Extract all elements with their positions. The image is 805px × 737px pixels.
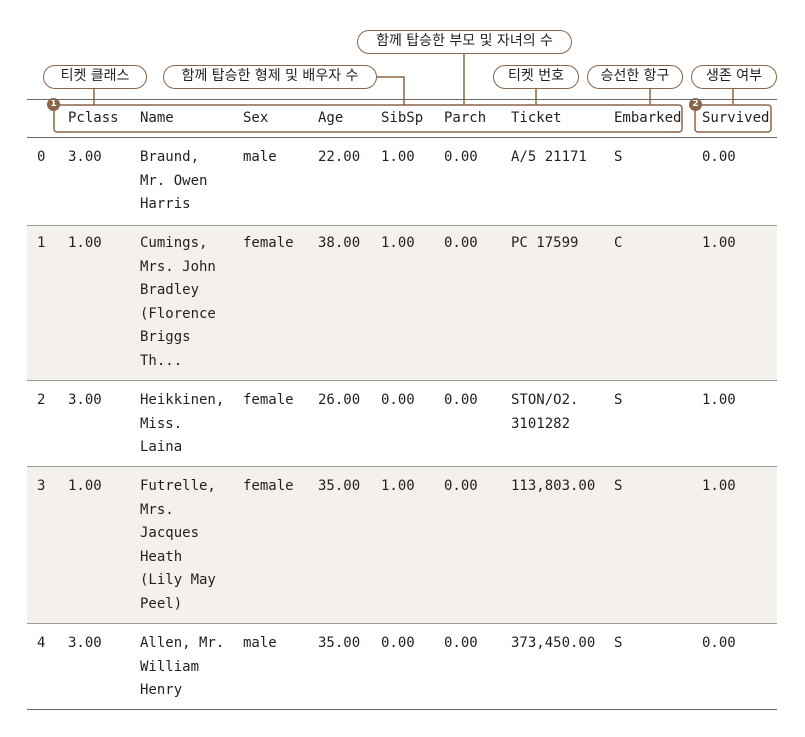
cell-name: Futrelle, Mrs. Jacques Heath (Lily May P… [140, 478, 216, 612]
cell-embarked: S [614, 392, 623, 408]
cell-ticket: A/5 21171 [511, 149, 587, 165]
cell-pclass: 3.00 [68, 149, 102, 165]
cell-survived: 0.00 [702, 149, 736, 165]
cell-age: 35.00 [318, 635, 361, 651]
table-top-rule [27, 99, 777, 100]
cell-embarked: C [614, 235, 623, 251]
cell-index: 0 [37, 149, 46, 165]
cell-age: 35.00 [318, 478, 361, 494]
callout-ticket: 티켓 번호 [493, 65, 579, 89]
cell-pclass: 1.00 [68, 478, 102, 494]
cell-ticket: PC 17599 [511, 235, 579, 251]
cell-pclass: 1.00 [68, 235, 102, 251]
cell-name: Cumings, Mrs. John Bradley (Florence Bri… [140, 235, 216, 369]
cell-pclass: 3.00 [68, 635, 102, 651]
header-survived: Survived [702, 110, 770, 126]
callout-embarked: 승선한 항구 [587, 65, 683, 89]
cell-pclass: 3.00 [68, 392, 102, 408]
cell-sibsp: 1.00 [381, 149, 415, 165]
cell-survived: 1.00 [702, 235, 736, 251]
cell-survived: 1.00 [702, 392, 736, 408]
cell-sex: male [243, 149, 277, 165]
header-sibsp: SibSp [381, 110, 424, 126]
callout-pclass: 티켓 클래스 [43, 65, 147, 89]
cell-index: 3 [37, 478, 46, 494]
cell-survived: 0.00 [702, 635, 736, 651]
header-parch: Parch [444, 110, 487, 126]
cell-age: 26.00 [318, 392, 361, 408]
cell-index: 1 [37, 235, 46, 251]
cell-sex: male [243, 635, 277, 651]
cell-ticket: STON/O2. 3101282 [511, 392, 579, 432]
header-age: Age [318, 110, 344, 126]
row-rule [27, 466, 777, 467]
cell-sex: female [243, 478, 294, 494]
cell-name: Heikkinen, Miss. Laina [140, 392, 225, 455]
row-rule [27, 380, 777, 381]
cell-parch: 0.00 [444, 635, 478, 651]
cell-parch: 0.00 [444, 235, 478, 251]
header-name: Name [140, 110, 174, 126]
row-rule [27, 225, 777, 226]
cell-embarked: S [614, 635, 623, 651]
cell-ticket: 373,450.00 [511, 635, 596, 651]
cell-sibsp: 1.00 [381, 235, 415, 251]
header-sex: Sex [243, 110, 269, 126]
header-pclass: Pclass [68, 110, 119, 126]
header-ticket: Ticket [511, 110, 562, 126]
cell-index: 4 [37, 635, 46, 651]
header-embarked: Embarked [614, 110, 682, 126]
cell-age: 22.00 [318, 149, 361, 165]
header-bottom-rule [27, 137, 777, 138]
row-rule [27, 623, 777, 624]
cell-age: 38.00 [318, 235, 361, 251]
cell-embarked: S [614, 478, 623, 494]
cell-parch: 0.00 [444, 392, 478, 408]
table-bottom-rule [27, 709, 777, 710]
callout-sibsp: 함께 탑승한 형제 및 배우자 수 [163, 65, 377, 89]
cell-parch: 0.00 [444, 149, 478, 165]
cell-sibsp: 0.00 [381, 635, 415, 651]
cell-ticket: 113,803.00 [511, 478, 596, 494]
cell-index: 2 [37, 392, 46, 408]
callout-survived: 생존 여부 [691, 65, 777, 89]
cell-sibsp: 0.00 [381, 392, 415, 408]
cell-sibsp: 1.00 [381, 478, 415, 494]
cell-name: Allen, Mr. William Henry [140, 635, 225, 698]
cell-embarked: S [614, 149, 623, 165]
cell-parch: 0.00 [444, 478, 478, 494]
cell-survived: 1.00 [702, 478, 736, 494]
cell-name: Braund, Mr. Owen Harris [140, 149, 208, 212]
cell-sex: female [243, 235, 294, 251]
cell-sex: female [243, 392, 294, 408]
callout-parch: 함께 탑승한 부모 및 자녀의 수 [357, 30, 572, 54]
